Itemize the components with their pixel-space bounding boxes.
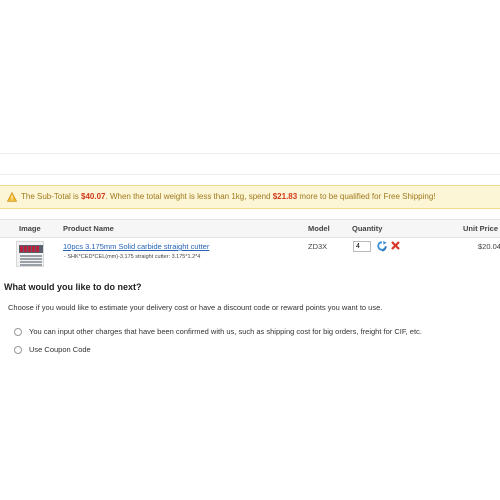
- product-name-link[interactable]: 10pcs 3.175mm Solid carbide straight cut…: [63, 242, 209, 251]
- unit-price: $20.04: [478, 242, 500, 251]
- coupon-code-option[interactable]: Use Coupon Code: [14, 345, 91, 354]
- header-product-name: Product Name: [63, 224, 114, 233]
- header-image: Image: [19, 224, 41, 233]
- product-model: ZD3X: [308, 242, 328, 251]
- notice-middle: . When the total weight is less than 1kg…: [105, 192, 273, 201]
- coupon-code-radio[interactable]: [14, 346, 22, 354]
- other-charges-option[interactable]: You can input other charges that have be…: [14, 327, 422, 336]
- header-unit-price: Unit Price: [463, 224, 499, 233]
- shopping-cart-page: The Sub-Total is $40.07. When the total …: [0, 0, 500, 500]
- other-charges-label: You can input other charges that have be…: [29, 327, 422, 336]
- cart-table-header: Image Product Name Model Quantity Unit P…: [0, 219, 500, 238]
- notice-message: The Sub-Total is $40.07. When the total …: [21, 186, 436, 208]
- quantity-input[interactable]: [353, 241, 371, 252]
- cart-table: Image Product Name Model Quantity Unit P…: [0, 219, 500, 278]
- next-steps-description: Choose if you would like to estimate you…: [8, 303, 383, 312]
- remove-icon[interactable]: [391, 241, 400, 250]
- carbide-cutter-image: [17, 242, 43, 266]
- header-quantity: Quantity: [352, 224, 383, 233]
- free-shipping-notice: The Sub-Total is $40.07. When the total …: [0, 185, 500, 209]
- subtotal-amount: $40.07: [81, 192, 106, 201]
- notice-prefix: The Sub-Total is: [21, 192, 82, 201]
- product-option: - SHK*CED*CEL(mm)-3.175 straight cutter:…: [64, 254, 201, 260]
- refresh-icon[interactable]: [377, 241, 387, 252]
- next-steps-heading: What would you like to do next?: [4, 282, 142, 292]
- empty-content-box: [0, 153, 500, 175]
- notice-suffix: more to be qualified for Free Shipping!: [297, 192, 436, 201]
- warning-icon: [7, 192, 17, 202]
- header-model: Model: [308, 224, 330, 233]
- spend-amount: $21.83: [272, 192, 298, 201]
- other-charges-radio[interactable]: [14, 328, 22, 336]
- cart-row: 10pcs 3.175mm Solid carbide straight cut…: [0, 238, 500, 278]
- product-thumbnail[interactable]: [16, 241, 44, 267]
- coupon-code-label: Use Coupon Code: [29, 345, 91, 354]
